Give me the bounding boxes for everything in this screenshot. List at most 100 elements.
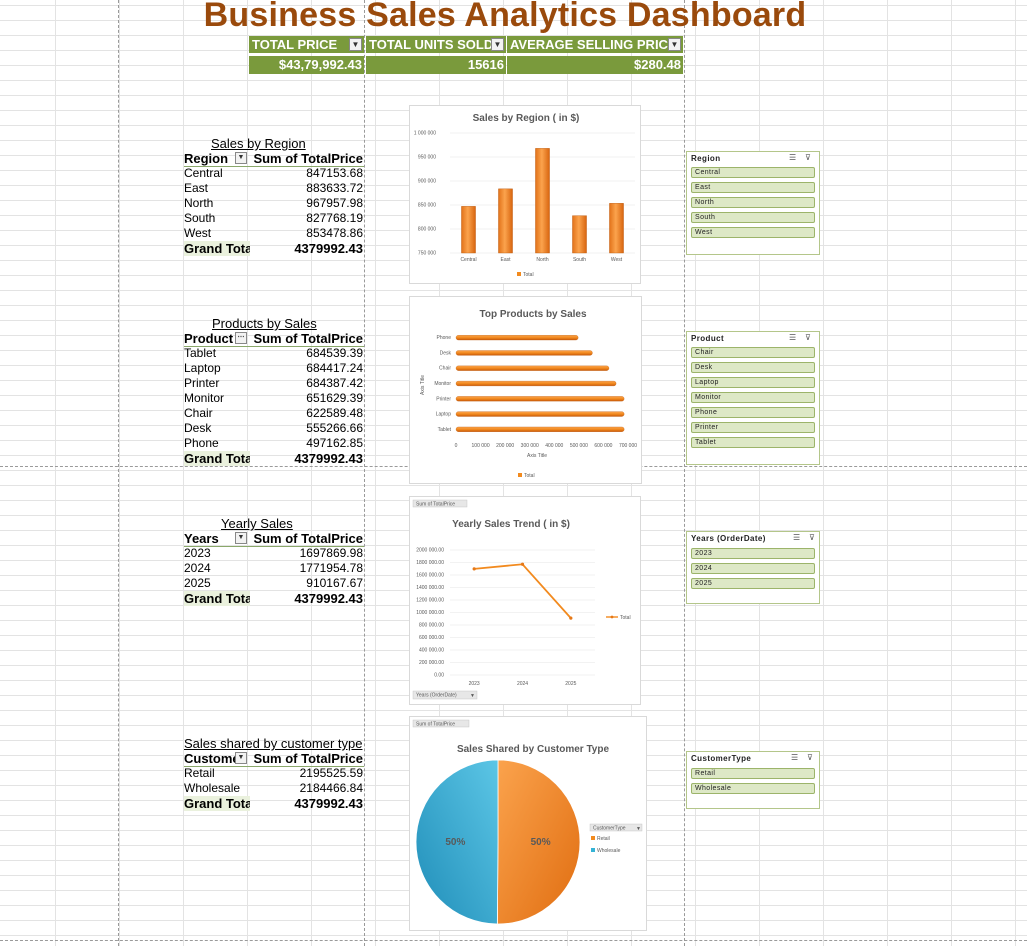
axis-field-button-label: Years (OrderDate) bbox=[416, 693, 457, 699]
kpi-header-avg-price[interactable]: AVERAGE SELLING PRICE ▼ bbox=[507, 36, 683, 53]
row-label: Grand Total bbox=[184, 241, 250, 256]
pivot-grand-total-row[interactable]: Grand Total 4379992.43 bbox=[184, 451, 364, 466]
y-tick-label: 950 000 bbox=[418, 155, 436, 161]
page-break-line bbox=[118, 0, 119, 946]
slicer-item[interactable]: Central bbox=[691, 167, 815, 178]
row-value: 684417.24 bbox=[306, 361, 363, 375]
slicer-product[interactable]: Product ☰ ⊽ Chair Desk Laptop Monitor Ph… bbox=[686, 331, 820, 465]
slicer-customer-type[interactable]: CustomerType ☰ ⊽ Retail Wholesale bbox=[686, 751, 820, 809]
table-row[interactable]: South 827768.19 bbox=[184, 211, 364, 226]
multi-select-icon[interactable]: ☰ bbox=[789, 333, 796, 342]
slicer-title: Years (OrderDate) bbox=[691, 534, 766, 543]
slicer-item[interactable]: Retail bbox=[691, 768, 815, 779]
kpi-value-total-units: 15616 bbox=[366, 56, 506, 74]
chart-title: Top Products by Sales bbox=[479, 309, 586, 320]
row-value: 967957.98 bbox=[306, 196, 363, 210]
x-tick-label: 2025 bbox=[565, 681, 576, 687]
row-label: West bbox=[184, 226, 212, 240]
pivot-title-customer: Sales shared by customer type bbox=[184, 736, 363, 751]
row-label: North bbox=[184, 196, 214, 210]
clear-filter-icon[interactable]: ⊽ bbox=[805, 153, 811, 162]
pivot-grand-total-row[interactable]: Grand Total 4379992.43 bbox=[184, 796, 364, 811]
clear-filter-icon[interactable]: ⊽ bbox=[805, 333, 811, 342]
y-tick-label: Monitor bbox=[434, 381, 451, 387]
slicer-item[interactable]: 2024 bbox=[691, 563, 815, 574]
pivot-title-yearly: Yearly Sales bbox=[221, 516, 293, 531]
chart-customer-share[interactable]: Sum of TotalPrice Sales Shared by Custome… bbox=[409, 716, 647, 931]
slicer-item[interactable]: Desk bbox=[691, 362, 815, 373]
y-tick-label: Phone bbox=[437, 335, 452, 341]
row-label: Laptop bbox=[184, 361, 221, 375]
slicer-item[interactable]: 2023 bbox=[691, 548, 815, 559]
page-break-line bbox=[0, 940, 1027, 941]
multi-select-icon[interactable]: ☰ bbox=[789, 153, 796, 162]
row-value: 1697869.98 bbox=[299, 546, 363, 560]
data-point bbox=[569, 616, 573, 620]
slicer-item[interactable]: Monitor bbox=[691, 392, 815, 403]
clear-filter-icon[interactable]: ⊽ bbox=[807, 753, 813, 762]
chart-yearly-trend[interactable]: Sum of TotalPrice Yearly Sales Trend ( in… bbox=[409, 496, 641, 705]
multi-select-icon[interactable]: ☰ bbox=[793, 533, 800, 542]
x-tick-label: 500 000 bbox=[570, 443, 588, 449]
slicer-item[interactable]: Chair bbox=[691, 347, 815, 358]
dropdown-arrow-icon[interactable]: ▼ bbox=[349, 38, 362, 51]
row-value: 910167.67 bbox=[306, 576, 363, 590]
kpi-value-total-price: $43,79,992.43 bbox=[249, 56, 364, 74]
table-row[interactable]: 2025 910167.67 bbox=[184, 576, 364, 591]
slicer-item[interactable]: South bbox=[691, 212, 815, 223]
table-row[interactable]: Desk 555266.66 bbox=[184, 421, 364, 436]
slicer-region[interactable]: Region ☰ ⊽ Central East North South West bbox=[686, 151, 820, 255]
y-axis-title: Axis Title bbox=[420, 375, 426, 395]
table-row[interactable]: 2024 1771954.78 bbox=[184, 561, 364, 576]
slicer-title: Region bbox=[691, 154, 721, 163]
chart-sales-by-region[interactable]: Sales by Region ( in $) 750 000 800 000 850… bbox=[409, 105, 641, 284]
table-row[interactable]: Monitor 651629.39 bbox=[184, 391, 364, 406]
slicer-years[interactable]: Years (OrderDate) ☰ ⊽ 2023 2024 2025 bbox=[686, 531, 820, 604]
kpi-header-total-units[interactable]: TOTAL UNITS SOLD ▼ bbox=[366, 36, 506, 53]
chart-top-products[interactable]: Top Products by Sales 0 100 000 200 000 300 … bbox=[409, 296, 642, 484]
y-tick-label: 600 000.00 bbox=[419, 635, 444, 641]
slicer-item[interactable]: Laptop bbox=[691, 377, 815, 388]
pivot-header-value: Sum of TotalPrice bbox=[253, 331, 363, 346]
table-row[interactable]: Tablet 684539.39 bbox=[184, 346, 364, 361]
dropdown-arrow-icon[interactable]: ▼ bbox=[235, 532, 247, 544]
dropdown-arrow-icon[interactable]: ▼ bbox=[235, 152, 247, 164]
table-row[interactable]: Retail 2195525.59 bbox=[184, 766, 364, 781]
dropdown-arrow-icon[interactable]: ▼ bbox=[668, 38, 681, 51]
slicer-item[interactable]: East bbox=[691, 182, 815, 193]
multi-select-icon[interactable]: ☰ bbox=[791, 753, 798, 762]
table-row[interactable]: Central 847153.68 bbox=[184, 166, 364, 181]
table-row[interactable]: Phone 497162.85 bbox=[184, 436, 364, 451]
row-value: 847153.68 bbox=[306, 166, 363, 180]
dropdown-arrow-icon[interactable]: ▼ bbox=[491, 38, 504, 51]
table-row[interactable]: East 883633.72 bbox=[184, 181, 364, 196]
y-tick-label: 1400 000.00 bbox=[416, 585, 444, 591]
table-row[interactable]: Printer 684387.42 bbox=[184, 376, 364, 391]
pivot-grand-total-row[interactable]: Grand Total 4379992.43 bbox=[184, 591, 364, 606]
slicer-item[interactable]: Phone bbox=[691, 407, 815, 418]
slicer-item[interactable]: Tablet bbox=[691, 437, 815, 448]
row-label: Printer bbox=[184, 376, 220, 390]
table-row[interactable]: Wholesale 2184466.84 bbox=[184, 781, 364, 796]
table-row[interactable]: 2023 1697869.98 bbox=[184, 546, 364, 561]
row-value: 684387.42 bbox=[306, 376, 363, 390]
dropdown-arrow-icon[interactable]: ▼ bbox=[235, 752, 247, 764]
kpi-header-total-price[interactable]: TOTAL PRICE ▼ bbox=[249, 36, 364, 53]
slicer-item[interactable]: Wholesale bbox=[691, 783, 815, 794]
chart-title: Sales Shared by Customer Type bbox=[457, 744, 610, 755]
table-row[interactable]: West 853478.86 bbox=[184, 226, 364, 241]
clear-filter-icon[interactable]: ⊽ bbox=[809, 533, 815, 542]
slicer-item[interactable]: 2025 bbox=[691, 578, 815, 589]
pivot-grand-total-row[interactable]: Grand Total 4379992.43 bbox=[184, 241, 364, 256]
slicer-item[interactable]: Printer bbox=[691, 422, 815, 433]
slicer-item[interactable]: West bbox=[691, 227, 815, 238]
table-row[interactable]: Chair 622589.48 bbox=[184, 406, 364, 421]
x-tick-label: 100 000 bbox=[472, 443, 490, 449]
table-row[interactable]: North 967957.98 bbox=[184, 196, 364, 211]
legend-swatch bbox=[518, 473, 522, 477]
table-row[interactable]: Laptop 684417.24 bbox=[184, 361, 364, 376]
dropdown-arrow-icon: ▼ bbox=[470, 693, 475, 699]
slicer-item[interactable]: North bbox=[691, 197, 815, 208]
legend-label: Total bbox=[524, 473, 535, 479]
filter-dropdown-icon[interactable]: ⋯ bbox=[235, 332, 247, 344]
